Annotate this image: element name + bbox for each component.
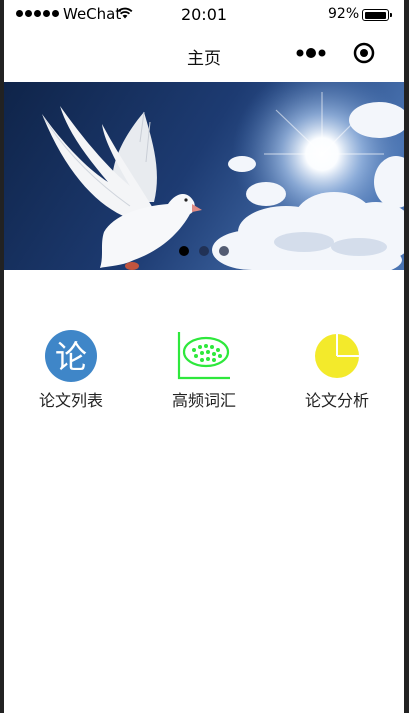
paper-list-label: 论文列表 [38,391,103,410]
target-icon[interactable] [353,42,375,64]
high-frequency-words-entry[interactable]: 高频词汇 [137,320,271,420]
dove-sky-banner [4,82,404,270]
swiper-indicator [179,246,229,256]
banner-swiper[interactable] [4,82,404,270]
battery-icon [362,9,392,21]
battery-percentage: 92% [328,6,360,22]
more-icon[interactable] [296,44,326,62]
status-bar: WeChat 20:01 92% [4,0,404,30]
paper-list-icon-glyph: 论 [55,338,87,376]
phone-screen: WeChat 20:01 92% 主页 论 论文列表 高频词汇 论文分析 [4,0,404,713]
paper-list-icon: 论 [45,330,97,382]
high-frequency-words-label: 高频词汇 [171,391,236,410]
paper-analysis-entry[interactable]: 论文分析 [270,320,404,420]
swiper-dot-2[interactable] [199,246,209,256]
pie-chart-icon [315,334,359,378]
navigation-bar: 主页 [4,30,404,82]
swiper-dot-1[interactable] [179,246,189,256]
paper-analysis-label: 论文分析 [304,391,369,410]
word-cloud-icon [177,332,230,380]
paper-list-entry[interactable]: 论 论文列表 [4,320,138,420]
page-title: 主页 [187,49,221,69]
feature-grid: 论 论文列表 高频词汇 论文分析 [4,320,404,420]
swiper-dot-3[interactable] [219,246,229,256]
